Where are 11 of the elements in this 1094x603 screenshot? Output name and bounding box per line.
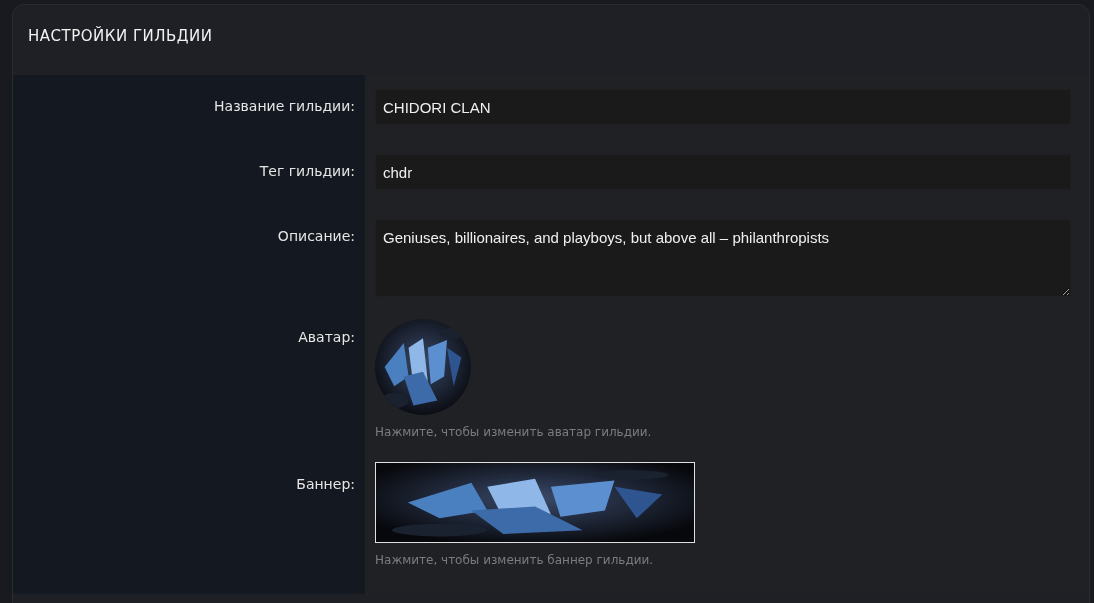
hint-text: Нажмите, чтобы изменить аватар гильдии. xyxy=(375,425,652,439)
field-label: Аватар: xyxy=(298,328,355,345)
panel-title: НАСТРОЙКИ ГИЛЬДИИ xyxy=(27,25,214,47)
hint-text: Нажмите, чтобы изменить баннер гильдии. xyxy=(375,553,654,567)
field-label: Название гильдии: xyxy=(214,97,355,114)
text-field[interactable]: CHIDORI CLAN xyxy=(375,89,1071,125)
field-label: Тег гильдии: xyxy=(259,162,355,179)
text-field[interactable]: chdr xyxy=(375,154,1071,190)
field-label: Баннер: xyxy=(296,475,355,492)
description-field[interactable]: Geniuses, billionaires, and playboys, but above all – philanthropists xyxy=(375,219,1071,297)
field-label: Описание: xyxy=(277,227,355,244)
